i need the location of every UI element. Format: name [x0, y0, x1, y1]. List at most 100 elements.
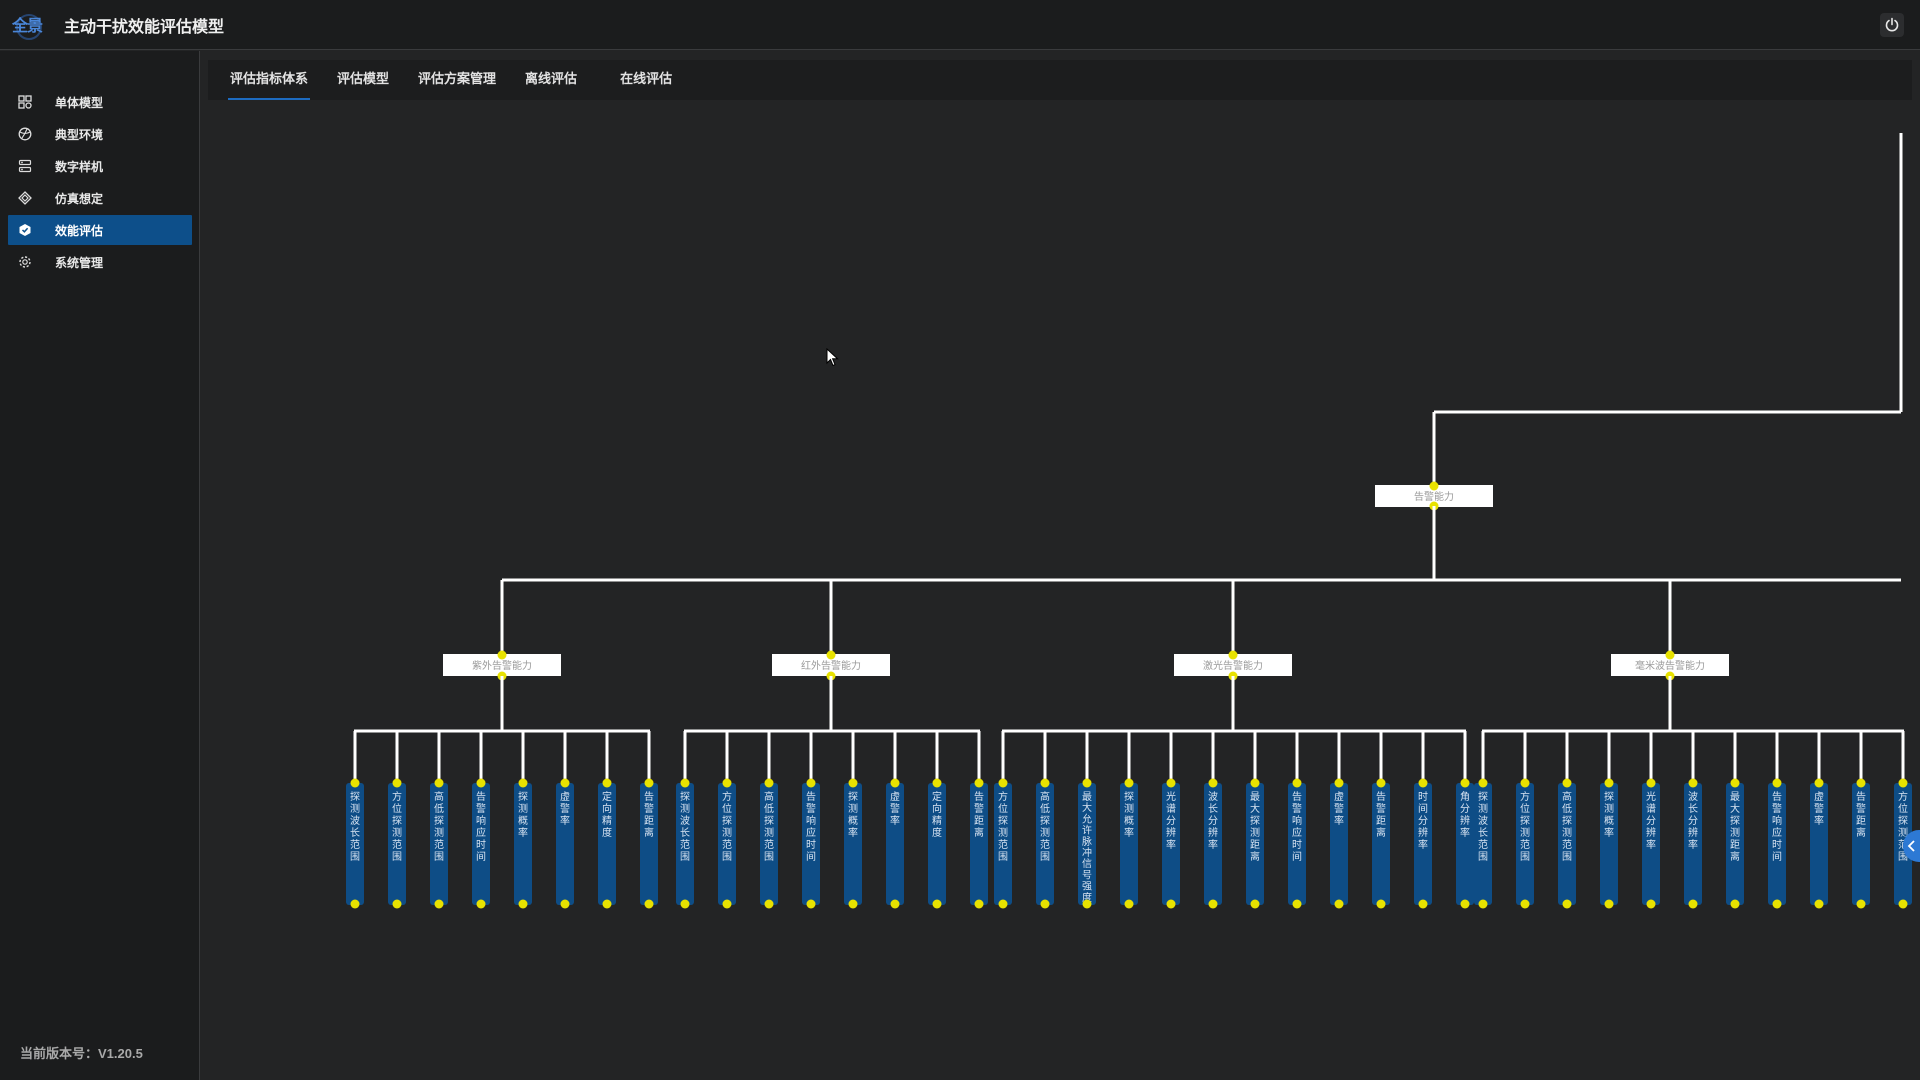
node-dot [1730, 778, 1740, 788]
leaf-label-char: 率 [1646, 838, 1656, 851]
leaf-label-char: 时 [1292, 839, 1302, 851]
leaf-label-char: 方 [392, 790, 402, 803]
node-dot [1166, 899, 1176, 909]
leaf-label-char: 长 [1688, 803, 1698, 815]
leaf-node: 角分辨率 [1456, 783, 1474, 905]
sidebar-item-simulation[interactable]: 仿真想定 [8, 183, 192, 213]
leaf-label-char: 冲 [1082, 846, 1092, 859]
panel-collapse-button[interactable] [1903, 830, 1920, 862]
node-dot [680, 899, 690, 909]
leaf-label-char: 光 [1166, 790, 1176, 803]
leaf-label-char: 低 [434, 802, 444, 815]
leaf-box [1474, 783, 1492, 905]
tab-online-eval[interactable]: 在线评估 [620, 60, 672, 100]
leaf-label-char: 距 [1856, 815, 1866, 827]
node-dot [1478, 778, 1488, 788]
leaf-node: 高低探测范围 [1558, 783, 1576, 905]
leaf-label-char: 距 [1730, 839, 1740, 851]
tab-eval-plan[interactable]: 评估方案管理 [418, 60, 496, 100]
leaf-label-char: 测 [518, 802, 528, 815]
leaf-label-char: 间 [476, 850, 486, 863]
leaf-label-char: 探 [1898, 814, 1908, 827]
leaf-box [760, 783, 778, 905]
leaf-label-char: 位 [392, 802, 402, 815]
leaf-node: 虚警率 [1330, 783, 1348, 905]
leaf-label-char: 率 [1124, 826, 1134, 839]
node-dot [1124, 778, 1134, 788]
sidebar-item-single-model[interactable]: 单体模型 [8, 87, 192, 117]
root-node: 告警能力 [1375, 485, 1493, 507]
leaf-label-char: 测 [350, 802, 360, 815]
leaf-box [1372, 783, 1390, 905]
node-dot [998, 899, 1008, 909]
leaf-box [514, 783, 532, 905]
node-dot [1646, 899, 1656, 909]
node-dot [680, 778, 690, 788]
leaf-box [1204, 783, 1222, 905]
node-dot [1166, 778, 1176, 788]
node-box [443, 654, 561, 676]
leaf-label-char: 围 [1040, 851, 1050, 863]
sidebar-item-system-admin[interactable]: 系统管理 [8, 247, 192, 277]
leaf-label-char: 探 [1520, 814, 1530, 827]
leaf-label-char: 探 [434, 814, 444, 827]
leaf-label-char: 离 [1376, 826, 1386, 839]
leaf-box [928, 783, 946, 905]
leaf-box [844, 783, 862, 905]
node-dot [974, 778, 984, 788]
leaf-box [970, 783, 988, 905]
leaf-node: 方位探测范围 [994, 783, 1012, 905]
leaf-label-char: 探 [518, 790, 528, 803]
leaf-node: 最大探测距离 [1726, 783, 1744, 905]
node-label: 毫米波告警能力 [1635, 659, 1705, 672]
tab-eval-model[interactable]: 评估模型 [337, 60, 389, 100]
leaf-label-char: 围 [764, 851, 774, 863]
leaf-node: 告警距离 [1852, 783, 1870, 905]
node-dot [392, 899, 402, 909]
node-dot [602, 778, 612, 788]
node-dot [518, 778, 528, 788]
leaf-label-char: 告 [1292, 790, 1302, 803]
node-dot [1772, 899, 1782, 909]
node-dot [434, 778, 444, 788]
node-dot [806, 778, 816, 788]
power-button[interactable] [1880, 13, 1904, 37]
app-title: 主动干扰效能评估模型 [64, 18, 225, 36]
leaf-label-char: 测 [998, 826, 1008, 839]
sidebar-item-digital-prototype[interactable]: 数字样机 [8, 151, 192, 181]
leaf-label-char: 测 [1520, 826, 1530, 839]
node-dot [722, 899, 732, 909]
leaf-label-char: 概 [1604, 814, 1614, 827]
node-dot [1208, 899, 1218, 909]
leaf-label-char: 波 [1688, 790, 1698, 803]
leaf-label-char: 高 [1562, 790, 1572, 803]
leaf-box [802, 783, 820, 905]
node-box [1611, 654, 1729, 676]
leaf-label-char: 围 [998, 851, 1008, 863]
leaf-label-char: 应 [806, 826, 816, 839]
tab-index-system[interactable]: 评估指标体系 [227, 60, 311, 100]
node-dot [1082, 899, 1092, 909]
leaf-label-char: 围 [434, 851, 444, 863]
sidebar-item-typical-env[interactable]: 典型环境 [8, 119, 192, 149]
leaf-label-char: 大 [1250, 802, 1260, 815]
leaf-box [886, 783, 904, 905]
leaf-label-char: 测 [1604, 802, 1614, 815]
node-dot [1856, 899, 1866, 909]
leaf-node: 告警距离 [970, 783, 988, 905]
leaf-label-char: 探 [350, 790, 360, 803]
leaf-label-char: 低 [764, 802, 774, 815]
leaf-label-char: 分 [1646, 815, 1656, 827]
leaf-label-char: 大 [1730, 802, 1740, 815]
sidebar-item-effectiveness-eval[interactable]: 效能评估 [8, 215, 192, 245]
leaf-box [1120, 783, 1138, 905]
leaf-node: 告警距离 [640, 783, 658, 905]
leaf-label-char: 率 [890, 814, 900, 827]
leaf-label-char: 范 [1478, 838, 1488, 851]
leaf-label-char: 警 [806, 802, 816, 815]
leaf-box [556, 783, 574, 905]
leaf-label-char: 虚 [890, 791, 900, 803]
node-dot [1429, 481, 1439, 491]
tab-offline-eval[interactable]: 离线评估 [525, 60, 577, 100]
leaf-label-char: 应 [1292, 826, 1302, 839]
